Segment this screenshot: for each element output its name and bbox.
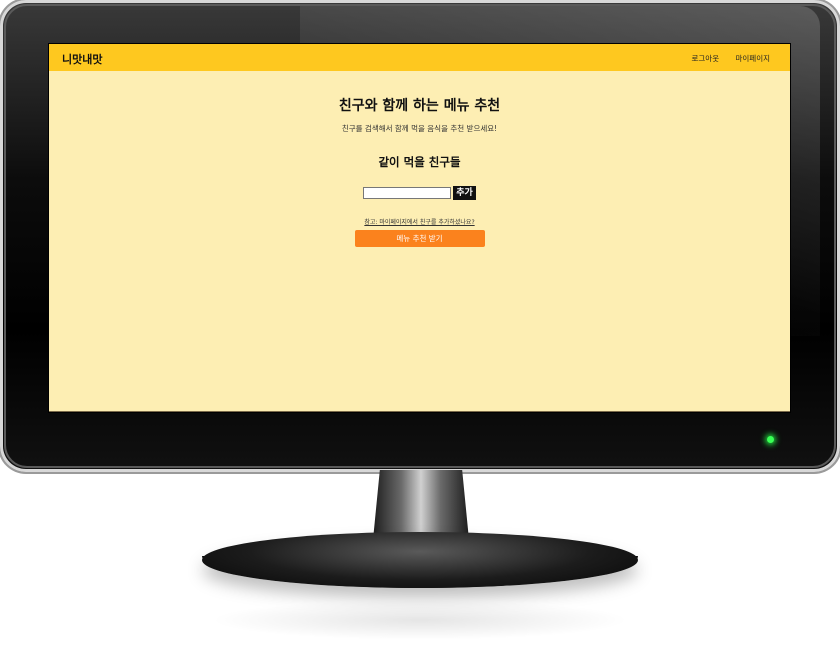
brand-logo-link[interactable]: 니맛내맛 [62,51,102,67]
friend-search-input[interactable] [363,187,452,199]
power-led-icon [767,436,774,443]
mypage-hint-link[interactable]: 참고: 마이페이지에서 친구를 추가하셨나요? [49,217,790,226]
monitor-stand-base [202,532,638,588]
page-title: 친구와 함께 하는 메뉴 추천 [338,98,501,114]
page-subtitle: 친구를 검색해서 함께 먹을 음식을 추천 받으세요! [341,124,498,133]
add-friend-button[interactable]: 추가 [453,186,476,200]
main-content: 친구와 함께 하는 메뉴 추천 친구를 검색해서 함께 먹을 음식을 추천 받으… [49,71,790,247]
logout-link[interactable]: 로그아웃 [692,54,720,63]
friend-input-row: 추가 [49,186,790,200]
monitor-frame: 니맛내맛 로그아웃 마이페이지 친구와 함께 하는 메뉴 추천 친구를 검색해서… [0,0,840,472]
recommend-menu-button[interactable]: 메뉴 추천 받기 [354,230,485,247]
screen-bottom-edge [49,411,790,412]
navbar: 니맛내맛 로그아웃 마이페이지 [49,44,790,71]
nav-links: 로그아웃 마이페이지 [678,53,771,64]
monitor-reflection [210,600,630,640]
friends-heading: 같이 먹을 친구들 [378,155,461,169]
screen: 니맛내맛 로그아웃 마이페이지 친구와 함께 하는 메뉴 추천 친구를 검색해서… [49,44,790,412]
mypage-link[interactable]: 마이페이지 [736,54,771,63]
